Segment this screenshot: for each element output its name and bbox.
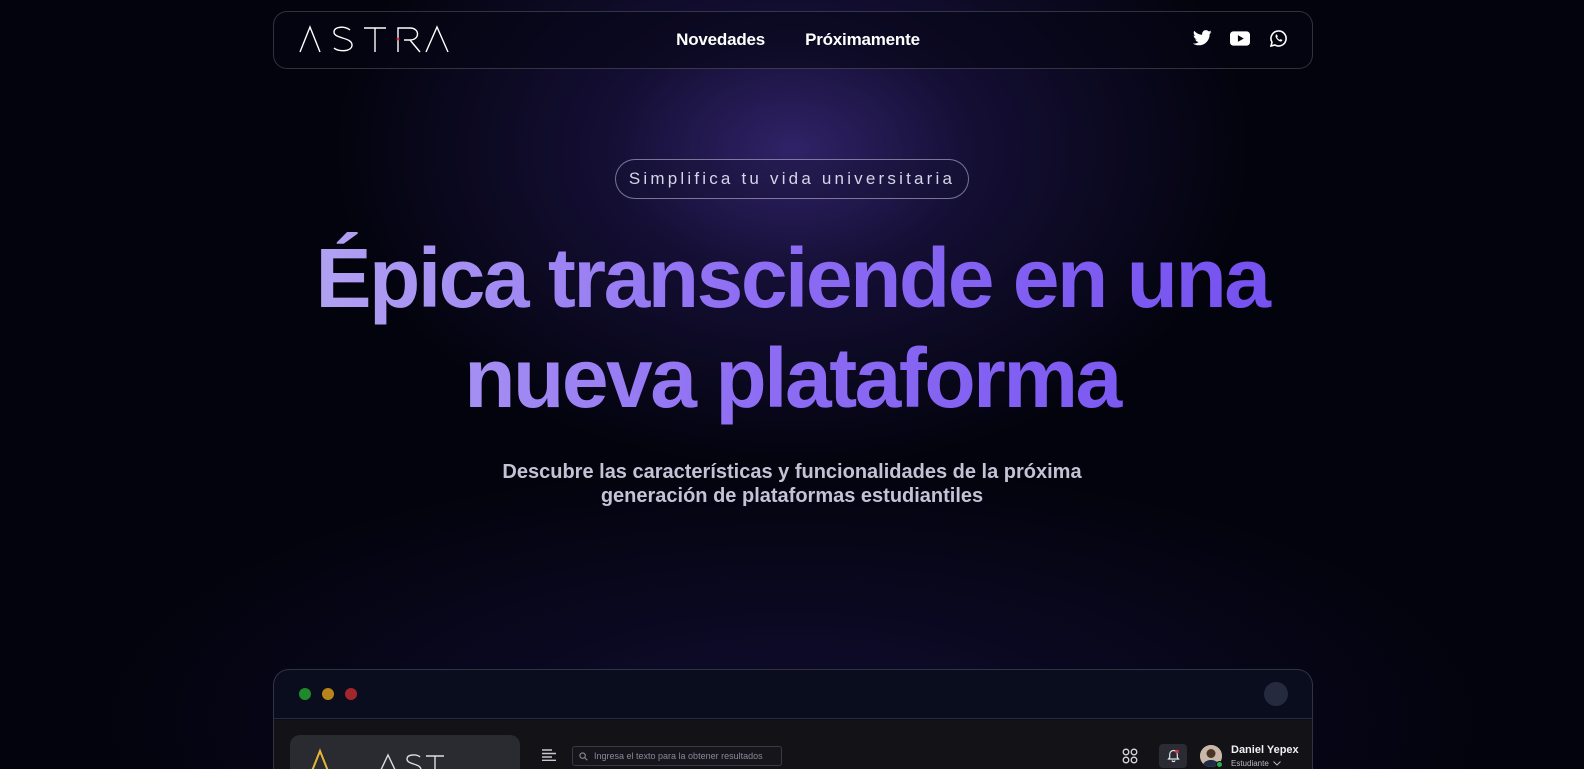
apps-grid-icon[interactable] xyxy=(1122,748,1138,764)
whatsapp-icon[interactable] xyxy=(1268,28,1288,48)
app-logo-icon xyxy=(311,748,444,769)
tagline-pill: Simplifica tu vida universitaria xyxy=(615,159,969,199)
online-status-dot xyxy=(1216,761,1223,768)
app-logo-box[interactable] xyxy=(290,735,520,769)
chevron-down-icon xyxy=(1272,761,1281,766)
user-name: Daniel Yepex xyxy=(1231,744,1299,756)
social-links xyxy=(1192,28,1288,48)
navbar: Novedades Próximamente xyxy=(273,11,1313,69)
window-action-circle[interactable] xyxy=(1264,682,1288,706)
search-input[interactable] xyxy=(594,751,774,761)
hero-subtitle-line-2: generación de plataformas estudiantiles xyxy=(600,485,984,507)
search-box xyxy=(572,746,782,766)
user-role-dropdown[interactable]: Estudiante xyxy=(1231,759,1281,768)
window-dot-green xyxy=(299,688,311,700)
bell-icon xyxy=(1166,749,1180,763)
main-nav: Novedades Próximamente xyxy=(274,12,1312,68)
nav-link-proximamente[interactable]: Próximamente xyxy=(805,30,920,50)
hero-subtitle: Descubre las características y funcional… xyxy=(392,460,1192,508)
window-dot-yellow xyxy=(322,688,334,700)
notifications-button[interactable] xyxy=(1159,744,1187,768)
app-topbar: Daniel Yepex Estudiante xyxy=(274,720,1312,769)
search-icon xyxy=(579,751,588,761)
menu-icon[interactable] xyxy=(542,748,556,762)
user-role-label: Estudiante xyxy=(1231,759,1269,768)
twitter-icon[interactable] xyxy=(1192,28,1212,48)
window-title-bar xyxy=(274,670,1312,719)
hero-subtitle-line-1: Descubre las características y funcional… xyxy=(502,461,1082,483)
nav-link-novedades[interactable]: Novedades xyxy=(676,30,765,50)
youtube-icon[interactable] xyxy=(1230,28,1250,48)
app-preview-window: Daniel Yepex Estudiante xyxy=(273,669,1313,769)
hero-headline: Épica transciende en una nueva plataform… xyxy=(292,228,1292,428)
window-dot-red xyxy=(345,688,357,700)
